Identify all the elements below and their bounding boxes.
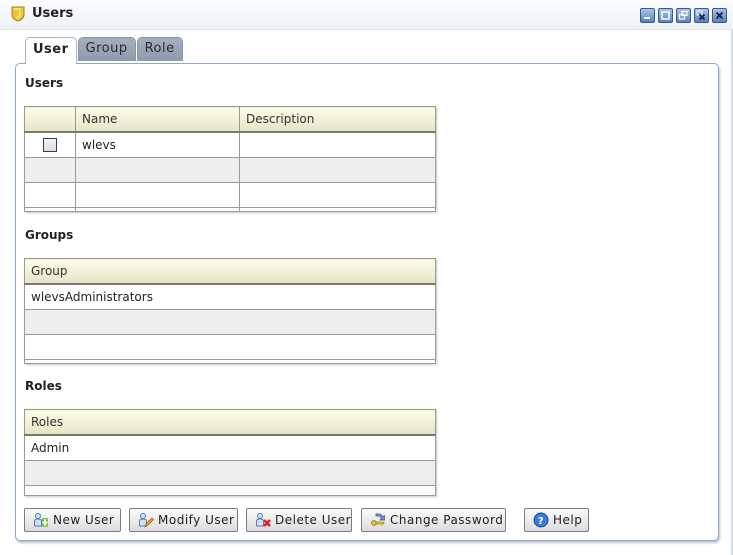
new-user-label: New User xyxy=(53,513,115,527)
roles-table-header: Roles xyxy=(24,409,436,436)
tab-user[interactable]: User xyxy=(25,37,77,64)
key-icon xyxy=(371,513,385,526)
shield-icon xyxy=(11,6,25,22)
roles-table: Roles Admin xyxy=(24,409,436,496)
group-cell xyxy=(24,334,436,360)
title-bar: Users xyxy=(0,0,733,30)
groups-table-header: Group xyxy=(24,258,436,285)
tab-bar: User Group Role xyxy=(25,37,183,64)
user-description-cell xyxy=(239,182,436,208)
table-row xyxy=(24,334,436,360)
table-row xyxy=(24,309,436,335)
change-password-label: Change Password xyxy=(390,513,504,527)
row-select-cell xyxy=(24,182,76,208)
help-button[interactable]: ? Help xyxy=(524,508,589,532)
user-description-cell xyxy=(239,157,436,183)
table-row[interactable]: wlevs xyxy=(24,131,436,158)
new-user-button[interactable]: New User xyxy=(24,508,121,532)
user-description-cell xyxy=(239,131,436,158)
group-cell: wlevsAdministrators xyxy=(24,283,436,310)
help-icon: ? xyxy=(533,512,549,528)
row-checkbox[interactable] xyxy=(43,138,57,153)
delete-user-label: Delete User xyxy=(275,513,352,527)
groups-section-label: Groups xyxy=(25,228,74,242)
table-row-partial xyxy=(24,207,436,212)
users-section-label: Users xyxy=(25,76,64,90)
add-user-icon xyxy=(34,513,48,527)
row-select-cell xyxy=(24,131,76,158)
group-cell xyxy=(24,309,436,335)
role-cell: Admin xyxy=(24,434,436,461)
column-header-select xyxy=(24,106,76,133)
close-all-icon xyxy=(696,10,706,21)
close-button[interactable] xyxy=(712,8,727,23)
table-row xyxy=(24,182,436,208)
modify-user-button[interactable]: Modify User xyxy=(129,508,238,532)
table-row xyxy=(24,460,436,486)
svg-text:?: ? xyxy=(538,516,544,527)
help-label: Help xyxy=(553,513,583,527)
delete-user-button[interactable]: Delete User xyxy=(246,508,352,532)
role-cell xyxy=(24,460,436,486)
edit-user-icon xyxy=(139,513,154,528)
maximize-button[interactable] xyxy=(658,8,673,23)
column-header-roles[interactable]: Roles xyxy=(24,409,436,436)
table-row xyxy=(24,157,436,183)
column-header-group[interactable]: Group xyxy=(24,258,436,285)
table-row[interactable]: Admin xyxy=(24,434,436,461)
restore-button[interactable] xyxy=(676,8,691,23)
close-all-button[interactable] xyxy=(694,8,709,23)
modify-user-label: Modify User xyxy=(158,513,235,527)
close-icon xyxy=(715,11,724,20)
roles-section-label: Roles xyxy=(25,379,62,393)
minimize-button[interactable] xyxy=(640,8,655,23)
window-title: Users xyxy=(32,6,74,21)
maximize-icon xyxy=(661,11,670,20)
user-name-cell xyxy=(75,182,240,208)
users-table-header: Name Description xyxy=(24,106,436,133)
tab-group[interactable]: Group xyxy=(77,37,136,61)
table-row-partial xyxy=(24,485,436,496)
minimize-icon xyxy=(644,17,650,19)
column-header-name[interactable]: Name xyxy=(75,106,240,133)
change-password-button[interactable]: Change Password xyxy=(361,508,506,532)
delete-user-icon xyxy=(256,513,271,527)
user-name-cell: wlevs xyxy=(75,131,240,158)
restore-icon xyxy=(678,10,688,20)
table-row[interactable]: wlevsAdministrators xyxy=(24,283,436,310)
column-header-description[interactable]: Description xyxy=(239,106,436,133)
table-row-partial xyxy=(24,359,436,364)
user-name-cell xyxy=(75,157,240,183)
groups-table: Group wlevsAdministrators xyxy=(24,258,436,364)
tab-role[interactable]: Role xyxy=(136,37,183,61)
row-select-cell xyxy=(24,157,76,183)
users-table: Name Description wlevs xyxy=(24,106,436,212)
